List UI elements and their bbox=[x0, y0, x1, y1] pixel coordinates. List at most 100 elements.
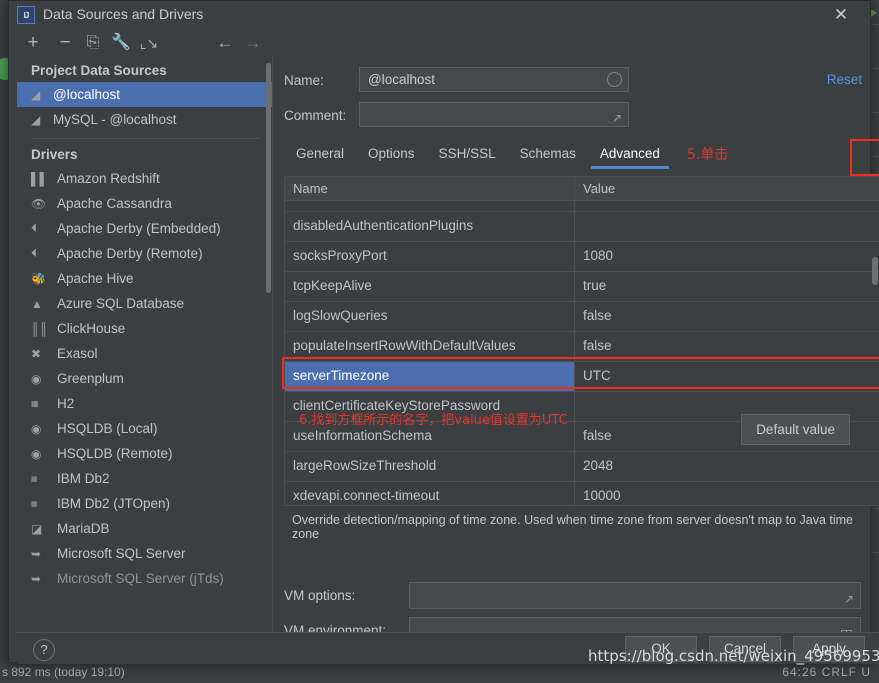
import-icon[interactable]: ⌞↘ bbox=[139, 33, 159, 53]
hsqldb-icon: ◉ bbox=[31, 421, 42, 436]
sidebar-item-label: IBM Db2 bbox=[57, 471, 110, 486]
table-row[interactable] bbox=[285, 201, 879, 212]
sidebar-item-microsoft-sql-server[interactable]: ➥ Microsoft SQL Server bbox=[17, 541, 273, 566]
redshift-icon: ▌▌ bbox=[31, 171, 49, 186]
table-row[interactable]: tcpKeepAlive true bbox=[285, 272, 879, 302]
sidebar-item-ibm-db2-jtopen[interactable]: ▦ IBM Db2 (JTOpen) bbox=[17, 491, 273, 516]
sidebar-item-clickhouse[interactable]: ║║ ClickHouse bbox=[17, 316, 273, 341]
sidebar-item-hsqldb-local[interactable]: ◉ HSQLDB (Local) bbox=[17, 416, 273, 441]
name-input-value: @localhost bbox=[368, 72, 435, 87]
sidebar-item-azure-sql-database[interactable]: ▲ Azure SQL Database bbox=[17, 291, 273, 316]
watermark: https://blog.csdn.net/weixin_49569953 bbox=[588, 647, 879, 665]
sidebar-item-apache-cassandra[interactable]: 👁 Apache Cassandra bbox=[17, 191, 273, 216]
cell-name: disabledAuthenticationPlugins bbox=[285, 212, 575, 241]
status-right-text: 64:26 CRLF U bbox=[782, 665, 871, 679]
derby-icon: ⏴ bbox=[31, 246, 38, 260]
tab-advanced[interactable]: Advanced bbox=[588, 141, 672, 169]
sidebar-item-label: Exasol bbox=[57, 346, 98, 361]
tab-schemas[interactable]: Schemas bbox=[508, 141, 588, 169]
comment-input[interactable]: ↗ bbox=[359, 102, 629, 127]
sidebar-item-apache-derby-remote[interactable]: ⏴ Apache Derby (Remote) bbox=[17, 241, 273, 266]
cell-value: true bbox=[583, 278, 607, 293]
close-icon[interactable]: ✕ bbox=[830, 5, 852, 25]
db2-icon: ▦ bbox=[31, 500, 38, 508]
wrench-icon[interactable]: 🔧 bbox=[111, 33, 131, 53]
sidebar-item-amazon-redshift[interactable]: ▌▌ Amazon Redshift bbox=[17, 166, 273, 191]
status-left-text: s 892 ms (today 19:10) bbox=[2, 665, 125, 679]
name-status-icon bbox=[607, 72, 622, 87]
cell-name: xdevapi.connect-timeout bbox=[285, 482, 575, 505]
sidebar-item-mysql-localhost[interactable]: ◢ MySQL - @localhost bbox=[17, 107, 273, 132]
datasource-icon: ◢ bbox=[31, 112, 41, 127]
expand-icon[interactable]: ↗ bbox=[612, 107, 622, 130]
tab-options[interactable]: Options bbox=[356, 141, 427, 169]
cell-value bbox=[575, 212, 879, 241]
sidebar-item-label: Apache Derby (Remote) bbox=[57, 246, 203, 261]
properties-table[interactable]: Name Value disabledAuthenticationPlugins… bbox=[284, 176, 879, 506]
sidebar-item-label: @localhost bbox=[53, 87, 120, 102]
table-scrollbar[interactable] bbox=[872, 257, 878, 285]
remove-icon[interactable]: − bbox=[55, 33, 75, 53]
screen-root: s 892 ms (today 19:10) 64:26 CRLF U IJ D… bbox=[0, 0, 879, 683]
sidebar-item-label: Greenplum bbox=[57, 371, 124, 386]
sidebar-item-hsqldb-remote[interactable]: ◉ HSQLDB (Remote) bbox=[17, 441, 273, 466]
data-sources-tree[interactable]: Project Data Sources ◢ @localhost ◢ MySQ… bbox=[17, 57, 273, 632]
sidebar-item-label: H2 bbox=[57, 396, 75, 411]
tab-general[interactable]: General bbox=[284, 141, 356, 169]
cell-name bbox=[285, 201, 575, 211]
sidebar-item-apache-derby-embedded[interactable]: ⏴ Apache Derby (Embedded) bbox=[17, 216, 273, 241]
dialog-titlebar: IJ Data Sources and Drivers ✕ bbox=[9, 1, 870, 29]
sidebar-item-label: Apache Cassandra bbox=[57, 196, 172, 211]
mssql-icon: ➥ bbox=[31, 571, 42, 586]
sidebar-item-apache-hive[interactable]: 🐝 Apache Hive bbox=[17, 266, 273, 291]
sidebar-item-label: Apache Derby (Embedded) bbox=[57, 221, 221, 236]
copy-icon[interactable]: ⎘ bbox=[83, 33, 103, 53]
sidebar-item-exasol[interactable]: ✖ Exasol bbox=[17, 341, 273, 366]
sidebar-item-ibm-db2[interactable]: ▦ IBM Db2 bbox=[17, 466, 273, 491]
sidebar-item-mariadb[interactable]: ◪ MariaDB bbox=[17, 516, 273, 541]
back-arrow-icon[interactable]: ← bbox=[215, 33, 235, 53]
default-value-button[interactable]: Default value bbox=[741, 414, 850, 445]
vm-options-input[interactable]: ↗ bbox=[409, 582, 861, 609]
expand-icon[interactable]: ↗ bbox=[844, 588, 854, 611]
sidebar-item-label: HSQLDB (Local) bbox=[57, 421, 158, 436]
db2-icon: ▦ bbox=[31, 475, 38, 483]
reset-button[interactable]: Reset bbox=[827, 72, 862, 87]
datasource-icon: ◢ bbox=[31, 87, 41, 102]
sidebar-item-microsoft-sql-server-jtds[interactable]: ➥ Microsoft SQL Server (jTds) bbox=[17, 566, 273, 591]
right-panel: Name: @localhost Comment: ↗ Reset Genera… bbox=[274, 29, 879, 644]
hsqldb-icon: ◉ bbox=[31, 446, 42, 461]
mssql-icon: ➥ bbox=[31, 546, 42, 561]
sidebar-scrollbar[interactable] bbox=[266, 63, 271, 293]
exasol-icon: ✖ bbox=[31, 346, 42, 361]
settings-tabs: General Options SSH/SSL Schemas Advanced bbox=[284, 137, 672, 169]
sidebar-item-localhost[interactable]: ◢ @localhost bbox=[17, 82, 273, 107]
sidebar-item-label: Microsoft SQL Server bbox=[57, 546, 186, 561]
add-icon[interactable]: + bbox=[23, 33, 43, 53]
hive-icon: 🐝 bbox=[31, 271, 46, 286]
table-row[interactable]: socksProxyPort 1080 bbox=[285, 242, 879, 272]
name-input[interactable]: @localhost bbox=[359, 67, 629, 92]
table-row-server-timezone[interactable]: serverTimezone UTC bbox=[285, 362, 879, 392]
ide-status-bar: s 892 ms (today 19:10) 64:26 CRLF U bbox=[0, 663, 879, 683]
tab-ssh-ssl[interactable]: SSH/SSL bbox=[427, 141, 508, 169]
sidebar-item-label: Microsoft SQL Server (jTds) bbox=[57, 571, 224, 586]
cell-name: logSlowQueries bbox=[285, 302, 575, 331]
table-row[interactable]: xdevapi.connect-timeout 10000 bbox=[285, 482, 879, 505]
annotation-step6: 6.找到方框所示的名字，把value值设置为UTC bbox=[299, 413, 568, 428]
table-row[interactable]: populateInsertRowWithDefaultValues false bbox=[285, 332, 879, 362]
cell-value: false bbox=[583, 308, 612, 323]
sidebar-item-h2[interactable]: ▦ H2 bbox=[17, 391, 273, 416]
sidebar-item-greenplum[interactable]: ◉ Greenplum bbox=[17, 366, 273, 391]
cell-value[interactable]: UTC bbox=[575, 362, 879, 391]
help-button[interactable]: ? bbox=[33, 639, 55, 661]
column-header-value: Value bbox=[583, 181, 616, 196]
forward-arrow-icon: → bbox=[244, 33, 262, 52]
table-row[interactable]: disabledAuthenticationPlugins bbox=[285, 212, 879, 242]
table-body: disabledAuthenticationPlugins socksProxy… bbox=[285, 201, 879, 505]
table-row[interactable]: largeRowSizeThreshold 2048 bbox=[285, 452, 879, 482]
cell-value: 10000 bbox=[583, 488, 621, 503]
cell-name: populateInsertRowWithDefaultValues bbox=[285, 332, 575, 361]
azure-icon: ▲ bbox=[31, 296, 43, 311]
table-row[interactable]: logSlowQueries false bbox=[285, 302, 879, 332]
